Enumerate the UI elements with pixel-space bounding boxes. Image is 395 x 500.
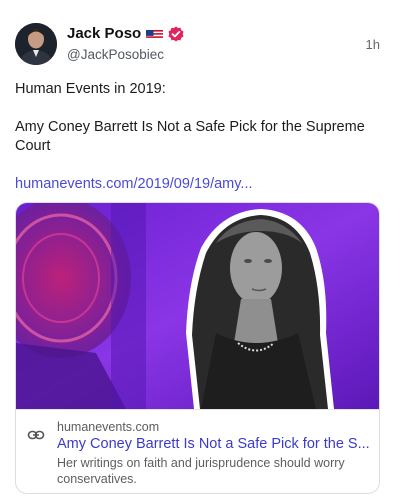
post-header: Jack Poso @JackPosobiec 1h bbox=[15, 23, 380, 69]
link-preview-card[interactable]: humanevents.com Amy Coney Barrett Is Not… bbox=[15, 202, 380, 494]
link-preview-image[interactable] bbox=[16, 203, 379, 409]
us-flag-icon bbox=[146, 28, 164, 39]
avatar[interactable] bbox=[15, 23, 57, 65]
post-text-line: Human Events in 2019: bbox=[15, 81, 166, 97]
post-timestamp[interactable]: 1h bbox=[366, 37, 380, 52]
post-link[interactable]: humanevents.com/2019/09/19/amy... bbox=[15, 175, 380, 194]
author-name-row: Jack Poso bbox=[67, 25, 184, 42]
author-handle[interactable]: @JackPosobiec bbox=[67, 47, 164, 62]
link-preview-description: Her writings on faith and jurisprudence … bbox=[57, 456, 345, 486]
author-display-name[interactable]: Jack Poso bbox=[67, 25, 141, 42]
link-preview-title[interactable]: Amy Coney Barrett Is Not a Safe Pick for… bbox=[57, 435, 373, 453]
verified-badge-icon bbox=[168, 26, 184, 42]
post-body: Human Events in 2019: Amy Coney Barrett … bbox=[15, 80, 380, 213]
link-preview-domain: humanevents.com bbox=[57, 420, 160, 434]
link-preview-meta: humanevents.com Amy Coney Barrett Is Not… bbox=[16, 409, 379, 493]
link-preview-text: humanevents.com Amy Coney Barrett Is Not… bbox=[57, 419, 373, 487]
post-card[interactable]: Jack Poso @JackPosobiec 1h Human Events … bbox=[0, 0, 395, 500]
link-icon bbox=[27, 426, 45, 444]
post-text-headline: Amy Coney Barrett Is Not a Safe Pick for… bbox=[15, 119, 365, 154]
